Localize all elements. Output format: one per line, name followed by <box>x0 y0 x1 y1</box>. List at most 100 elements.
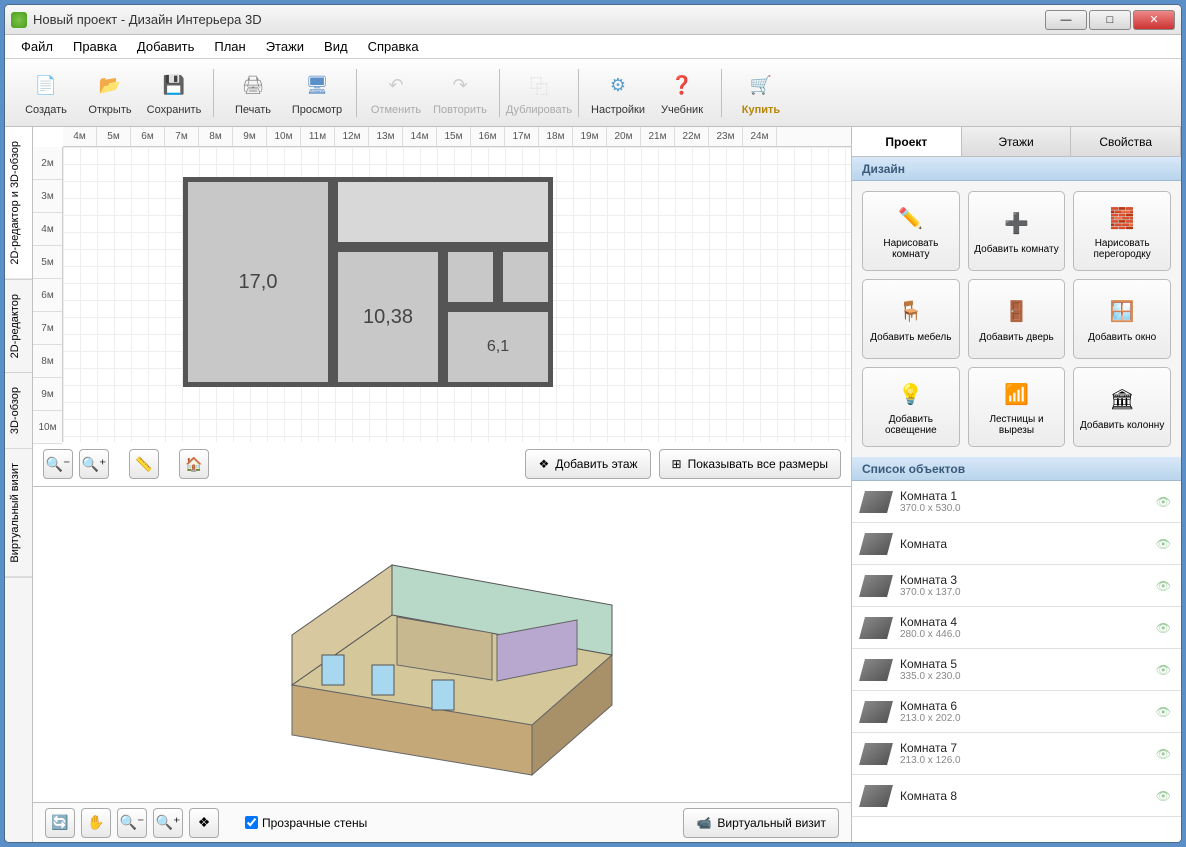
right-panel: ПроектЭтажиСвойства Дизайн ✏️Нарисовать … <box>851 127 1181 842</box>
zoom-in-button[interactable]: 🔍⁺ <box>79 449 109 479</box>
menu-Правка[interactable]: Правка <box>63 36 127 57</box>
canvas-2d[interactable]: 17,0 10,38 6,1 <box>63 147 851 442</box>
menu-План[interactable]: План <box>204 36 255 57</box>
visibility-icon[interactable]: 👁 <box>1156 579 1171 593</box>
menubar: ФайлПравкаДобавитьПланЭтажиВидСправка <box>5 35 1181 59</box>
design-buttons-grid: ✏️Нарисовать комнату➕Добавить комнату🧱На… <box>852 181 1181 457</box>
visibility-icon[interactable]: 👁 <box>1156 537 1171 551</box>
room-corridor[interactable] <box>333 177 553 247</box>
menu-Добавить[interactable]: Добавить <box>127 36 204 57</box>
ruler-horizontal: 4м5м6м7м8м9м10м11м12м13м14м15м16м17м18м1… <box>63 127 851 147</box>
titlebar: Новый проект - Дизайн Интерьера 3D — □ ✕ <box>5 5 1181 35</box>
draw-room-button[interactable]: ✏️Нарисовать комнату <box>862 191 960 271</box>
dims-icon: ⊞ <box>672 457 682 471</box>
pan-button[interactable]: ✋ <box>81 808 111 838</box>
main-area: 4м5м6м7м8м9м10м11м12м13м14м15м16м17м18м1… <box>33 127 851 842</box>
add-floor-button[interactable]: ❖Добавить этаж <box>525 449 650 479</box>
add-door-icon: 🚪 <box>1000 296 1032 328</box>
window-title: Новый проект - Дизайн Интерьера 3D <box>33 12 1045 27</box>
zoom-in-3d-button[interactable]: 🔍⁺ <box>153 808 183 838</box>
toolbar-print-button[interactable]: 🖨Печать <box>222 64 284 122</box>
vtab-3[interactable]: Виртуальный визит <box>5 449 32 578</box>
bottom-toolbar: 🔄 ✋ 🔍⁻ 🔍⁺ ❖ Прозрачные стены 📹Виртуальны… <box>33 802 851 842</box>
vtab-1[interactable]: 2D-редактор <box>5 280 32 373</box>
transparent-walls-checkbox[interactable]: Прозрачные стены <box>245 816 367 830</box>
close-button[interactable]: ✕ <box>1133 10 1175 30</box>
visibility-icon[interactable]: 👁 <box>1156 663 1171 677</box>
add-furn-button[interactable]: 🪑Добавить мебель <box>862 279 960 359</box>
object-item-0[interactable]: Комната 1370.0 x 530.0👁 <box>852 481 1181 523</box>
minimize-button[interactable]: — <box>1045 10 1087 30</box>
visibility-icon[interactable]: 👁 <box>1156 789 1171 803</box>
object-item-5[interactable]: Комната 6213.0 x 202.0👁 <box>852 691 1181 733</box>
toolbar-preview-button[interactable]: 🖥Просмотр <box>286 64 348 122</box>
toolbar-tutorial-button[interactable]: ❓Учебник <box>651 64 713 122</box>
visibility-icon[interactable]: 👁 <box>1156 495 1171 509</box>
room-small-1[interactable] <box>443 247 498 307</box>
layers-3d-button[interactable]: ❖ <box>189 808 219 838</box>
rotate-360-button[interactable]: 🔄 <box>45 808 75 838</box>
menu-Файл[interactable]: Файл <box>11 36 63 57</box>
object-item-4[interactable]: Комната 5335.0 x 230.0👁 <box>852 649 1181 691</box>
add-column-button[interactable]: 🏛Добавить колонну <box>1073 367 1171 447</box>
settings-icon: ⚙ <box>602 70 634 102</box>
vtab-0[interactable]: 2D-редактор и 3D-обзор <box>5 127 32 280</box>
visibility-icon[interactable]: 👁 <box>1156 747 1171 761</box>
undo-icon: ↶ <box>380 70 412 102</box>
menu-Справка[interactable]: Справка <box>358 36 429 57</box>
preview-icon: 🖥 <box>301 70 333 102</box>
print-icon: 🖨 <box>237 70 269 102</box>
home-button[interactable]: 🏠 <box>179 449 209 479</box>
toolbar-open-button[interactable]: 📂Открыть <box>79 64 141 122</box>
buy-icon: 🛒 <box>745 70 777 102</box>
visibility-icon[interactable]: 👁 <box>1156 705 1171 719</box>
room-3[interactable]: 6,1 <box>443 307 553 387</box>
camera-icon: 📹 <box>696 816 711 830</box>
toolbar-settings-button[interactable]: ⚙Настройки <box>587 64 649 122</box>
add-light-button[interactable]: 💡Добавить освещение <box>862 367 960 447</box>
toolbar-separator <box>356 69 357 117</box>
room-icon <box>859 617 893 639</box>
room-1[interactable]: 17,0 <box>183 177 333 387</box>
zoom-out-button[interactable]: 🔍⁻ <box>43 449 73 479</box>
visibility-icon[interactable]: 👁 <box>1156 621 1171 635</box>
vtab-2[interactable]: 3D-обзор <box>5 373 32 449</box>
stairs-icon: 📶 <box>1000 378 1032 410</box>
room-2[interactable]: 10,38 <box>333 247 443 387</box>
toolbar-create-button[interactable]: 📄Создать <box>15 64 77 122</box>
maximize-button[interactable]: □ <box>1089 10 1131 30</box>
object-item-7[interactable]: Комната 8👁 <box>852 775 1181 817</box>
rp-tab-Этажи[interactable]: Этажи <box>962 127 1072 156</box>
object-item-1[interactable]: Комната👁 <box>852 523 1181 565</box>
design-section-header: Дизайн <box>852 157 1181 181</box>
add-room-button[interactable]: ➕Добавить комнату <box>968 191 1066 271</box>
object-item-3[interactable]: Комната 4280.0 x 446.0👁 <box>852 607 1181 649</box>
view-3d[interactable] <box>33 487 851 802</box>
layers-icon: ❖ <box>538 457 549 471</box>
render-3d <box>232 505 652 785</box>
room-small-2[interactable] <box>498 247 553 307</box>
add-room-icon: ➕ <box>1000 208 1032 240</box>
rp-tab-Проект[interactable]: Проект <box>852 127 962 156</box>
room-icon <box>859 575 893 597</box>
object-item-2[interactable]: Комната 3370.0 x 137.0👁 <box>852 565 1181 607</box>
menu-Этажи[interactable]: Этажи <box>256 36 314 57</box>
virtual-visit-button[interactable]: 📹Виртуальный визит <box>683 808 839 838</box>
toolbar-save-button[interactable]: 💾Сохранить <box>143 64 205 122</box>
stairs-button[interactable]: 📶Лестницы и вырезы <box>968 367 1066 447</box>
zoom-out-3d-button[interactable]: 🔍⁻ <box>117 808 147 838</box>
room-icon <box>859 533 893 555</box>
create-icon: 📄 <box>30 70 62 102</box>
add-door-button[interactable]: 🚪Добавить дверь <box>968 279 1066 359</box>
add-window-button[interactable]: 🪟Добавить окно <box>1073 279 1171 359</box>
measure-button[interactable]: 📏 <box>129 449 159 479</box>
draw-wall-button[interactable]: 🧱Нарисовать перегородку <box>1073 191 1171 271</box>
object-item-6[interactable]: Комната 7213.0 x 126.0👁 <box>852 733 1181 775</box>
toolbar-buy-button[interactable]: 🛒Купить <box>730 64 792 122</box>
floorplan[interactable]: 17,0 10,38 6,1 <box>183 177 573 407</box>
menu-Вид[interactable]: Вид <box>314 36 358 57</box>
rp-tab-Свойства[interactable]: Свойства <box>1071 127 1181 156</box>
show-dimensions-button[interactable]: ⊞Показывать все размеры <box>659 449 841 479</box>
left-vertical-tabs: 2D-редактор и 3D-обзор2D-редактор3D-обзо… <box>5 127 33 842</box>
tutorial-icon: ❓ <box>666 70 698 102</box>
